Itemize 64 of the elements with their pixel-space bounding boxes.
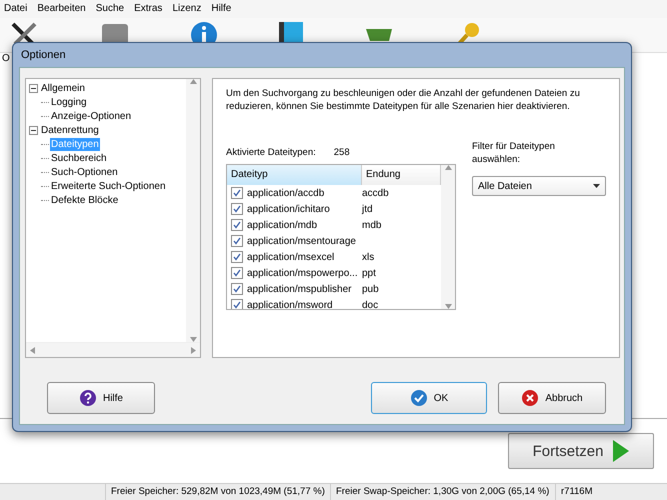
description-text: Um den Suchvorgang zu beschleunigen oder die Anzahl der gefundenen Dateien zu reduzieren, können Sie bestimmte Dateitypen für alle Szenarien hier deaktivieren. [226, 87, 581, 113]
table-cell: application/mdb [247, 220, 318, 230]
scroll-up-icon[interactable] [444, 165, 452, 170]
checkbox[interactable] [231, 203, 243, 215]
checkbox[interactable] [231, 187, 243, 199]
table-cell-text: ppt [362, 268, 377, 278]
filter-dropdown[interactable]: Alle Dateien [472, 176, 606, 196]
status-text: Freier Swap-Speicher: 1,30G von 2,00G (65,14 %) [330, 484, 555, 500]
checkbox[interactable] [231, 299, 243, 309]
dropdown-arrow-icon [593, 184, 600, 188]
table-cell: application/mspublisher [247, 284, 352, 294]
column-header[interactable]: Dateityp [227, 165, 362, 185]
tree-item[interactable]: Logging [50, 96, 88, 108]
checkbox[interactable] [231, 219, 243, 231]
table-cell-text: doc [362, 300, 380, 309]
table-cell-text: jtd [362, 204, 374, 214]
checkbox[interactable] [231, 235, 243, 247]
checkbox[interactable] [231, 267, 243, 279]
table-cell-text: pub [362, 284, 380, 294]
count-label: Aktivierte Dateitypen: [226, 147, 316, 159]
menu-item[interactable]: Extras [134, 1, 162, 17]
help-button[interactable]: Hilfe [47, 382, 155, 414]
tree-item[interactable]: Datenrettung [40, 124, 100, 136]
tree-item[interactable]: Allgemein [40, 82, 86, 94]
table-cell: application/msentourage [247, 236, 356, 246]
tree-item[interactable]: Defekte Blöcke [50, 194, 120, 206]
scroll-right-icon[interactable] [191, 346, 196, 354]
collapse-icon[interactable] [29, 126, 38, 134]
menu-item[interactable]: Datei [4, 1, 28, 17]
close-icon [521, 389, 540, 407]
column-header[interactable]: Endung [362, 165, 441, 185]
table-cell-text: xls [362, 252, 376, 262]
filter-label: Filter für Dateitypen auswählen: [472, 140, 556, 166]
tab-label: O [2, 53, 10, 64]
tree-item[interactable]: Such-Optionen [50, 166, 119, 178]
question-icon [78, 389, 97, 407]
status-text: r7116M [555, 484, 667, 500]
collapse-icon[interactable] [29, 84, 38, 92]
table-cell-text: mdb [362, 220, 382, 230]
menu-item[interactable]: Hilfe [211, 1, 232, 17]
menu-item[interactable]: Suche [96, 1, 124, 17]
table-cell: application/msexcel [247, 252, 334, 262]
count-value: 258 [334, 147, 350, 159]
table-cell: application/accdb [247, 188, 324, 198]
menu-item[interactable]: Lizenz [172, 1, 202, 17]
tree-item[interactable]: Suchbereich [50, 152, 108, 164]
checkbox[interactable] [231, 251, 243, 263]
table-cell: application/mspowerpo... [247, 268, 358, 278]
table-cell-text: accdb [362, 188, 390, 198]
scroll-down-icon[interactable] [444, 304, 452, 309]
continue-button[interactable]: Fortsetzen [508, 433, 654, 469]
play-icon [613, 440, 630, 462]
status-text: Freier Speicher: 529,82M von 1023,49M (51,77 %) [105, 484, 330, 500]
tree-item[interactable]: Erweiterte Such-Optionen [50, 180, 167, 192]
menu-item[interactable]: Bearbeiten [37, 1, 86, 17]
scroll-up-icon[interactable] [190, 79, 196, 84]
table-cell: application/ichitaro [247, 204, 330, 214]
checkmark-icon [410, 389, 428, 407]
dialog-title: Optionen [20, 48, 67, 63]
cancel-button[interactable]: Abbruch [498, 382, 606, 414]
ok-button[interactable]: OK [371, 382, 487, 414]
scroll-left-icon[interactable] [30, 346, 35, 354]
tree-item[interactable]: Anzeige-Optionen [50, 110, 132, 122]
checkbox[interactable] [231, 283, 243, 295]
